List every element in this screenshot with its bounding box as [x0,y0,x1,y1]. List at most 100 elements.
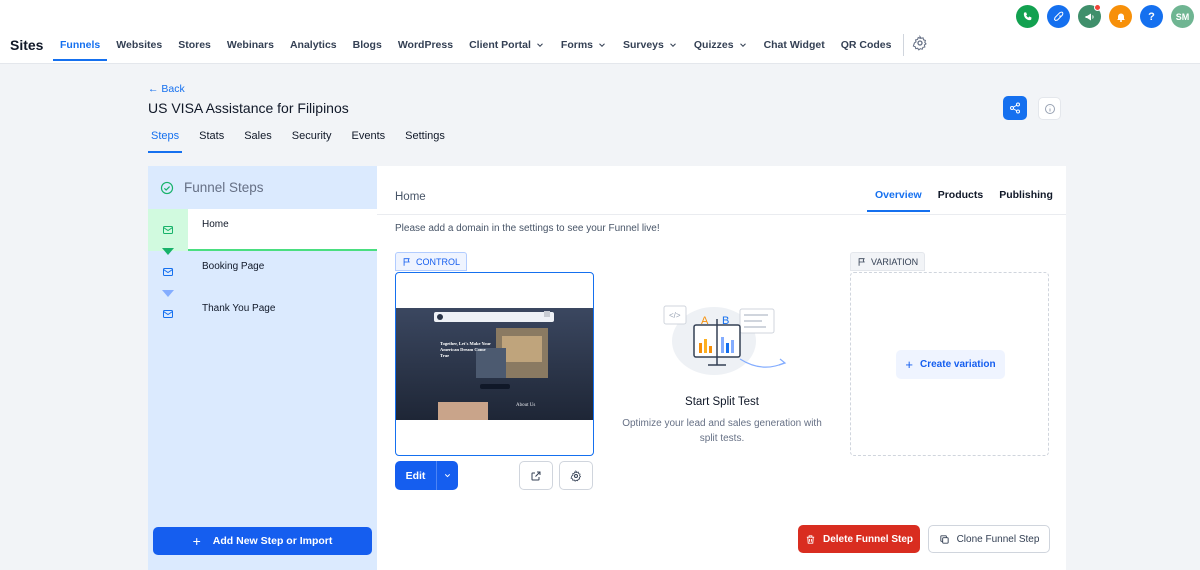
preview-about: About Us [516,403,535,408]
add-new-step-button[interactable]: + Add New Step or Import [153,527,372,555]
nav-item-label: QR Codes [840,39,892,51]
open-external-button[interactable] [519,461,553,490]
split-test-subtitle: Optimize your lead and sales generation … [622,418,822,444]
chevron-down-icon [670,43,676,47]
settings-gear-button[interactable] [912,34,928,56]
nav-item-chat-widget[interactable]: Chat Widget [756,30,833,60]
nav-item-client-portal[interactable]: Client Portal [461,30,553,60]
flag-icon [403,257,410,266]
funnel-steps-header: Funnel Steps [148,166,377,209]
step-icon-booking [148,251,188,297]
gear-icon [913,34,928,51]
nav-item-websites[interactable]: Websites [108,30,170,60]
nav-item-surveys[interactable]: Surveys [615,30,686,60]
tab-products[interactable]: Products [930,189,992,212]
nav-item-label: Surveys [623,39,664,51]
add-new-step-label: Add New Step or Import [212,535,333,547]
clone-funnel-step-button[interactable]: Clone Funnel Step [928,525,1050,553]
trash-icon [806,534,815,544]
chevron-down-icon [739,43,746,47]
step-icons-column [148,209,188,336]
app-title: Sites [10,37,44,53]
variation-tag: VARIATION [850,252,926,271]
tab-sales[interactable]: Sales [234,124,282,153]
step-item-thank-you-page[interactable]: Thank You Page [188,293,377,335]
nav-item-quizzes[interactable]: Quizzes [686,30,756,60]
split-test-illustration: </> A B [663,305,787,375]
nav-item-label: Analytics [289,39,337,51]
mail-icon [163,310,173,318]
edit-button[interactable]: Edit [395,461,436,490]
preview-headline: Together, Let's Make Your American Dream… [440,341,491,358]
step-item-booking-page[interactable]: Booking Page [188,251,377,293]
nav-item-funnels[interactable]: Funnels [52,30,108,61]
nav-item-webinars[interactable]: Webinars [219,30,282,60]
tab-steps[interactable]: Steps [148,124,183,153]
nav-item-wordpress[interactable]: WordPress [390,30,461,60]
tab-events[interactable]: Events [342,124,396,153]
external-link-icon [531,471,541,480]
control-page-preview[interactable]: About Us Together, Let's Make Your Ameri… [395,272,594,456]
nav-item-label: Websites [116,39,163,51]
nav-item-forms[interactable]: Forms [553,30,615,60]
mail-icon [163,268,173,276]
chevron-down-icon [599,43,605,47]
nav-item-label: Forms [560,39,593,51]
nav-item-label: Webinars [226,39,274,51]
domain-notice: Please add a domain in the settings to s… [395,223,660,234]
tab-security[interactable]: Security [282,124,342,153]
help-icon[interactable]: ? [1140,5,1163,28]
nav-item-label: Client Portal [469,39,531,51]
variant-b-label: B [722,315,729,327]
step-item-home[interactable]: Home [188,209,377,251]
tab-settings[interactable]: Settings [395,124,455,153]
step-title: Home [395,191,426,203]
control-tag-label: CONTROL [416,256,461,267]
tab-stats[interactable]: Stats [189,124,234,153]
top-nav-bar: Sites Funnels Websites Stores Webinars Analy… [0,0,1200,64]
copy-icon [939,534,949,544]
page-thumbnail: About Us Together, Let's Make Your Ameri… [396,308,593,420]
bell-icon[interactable] [1109,5,1132,28]
page-title: US VISA Assistance for Filipinos [148,100,349,116]
split-test-title: Start Split Test [685,396,759,408]
nav-item-qr-codes[interactable]: QR Codes [833,30,900,60]
create-variation-button[interactable]: + Create variation [896,350,1005,379]
back-link[interactable]: ← Back [148,83,185,95]
nav-item-blogs[interactable]: Blogs [345,30,390,60]
tab-overview[interactable]: Overview [867,189,930,212]
step-tabs: Overview Products Publishing [867,189,1061,212]
divider [377,214,1066,215]
nav-item-stores[interactable]: Stores [170,30,219,60]
nav-divider [903,34,905,56]
funnel-steps-title: Funnel Steps [184,180,264,195]
info-icon [1044,103,1055,114]
mail-icon [163,226,173,234]
avatar[interactable]: SM [1171,5,1194,28]
plus-icon: + [905,357,913,372]
gear-icon [570,469,582,482]
code-icon: </> [669,311,681,320]
nav-item-label: Funnels [60,39,101,51]
main-nav: Funnels Websites Stores Webinars Analytics Bl… [52,30,928,61]
top-icon-bar: ? SM [1016,4,1194,28]
page-thumbnail-graphic: About Us [396,308,593,420]
tab-publishing[interactable]: Publishing [991,189,1061,212]
notification-dot [1094,4,1101,11]
rocket-icon[interactable] [1047,5,1070,28]
nav-item-analytics[interactable]: Analytics [282,30,345,60]
step-detail-panel: Home Overview Products Publishing Please… [377,166,1066,570]
funnel-subtabs: Steps Stats Sales Security Events Settings [148,124,455,153]
check-circle-icon [160,181,174,194]
megaphone-icon[interactable] [1078,4,1101,28]
nav-item-label: WordPress [397,39,454,51]
share-button[interactable] [1003,96,1027,120]
variant-a-label: A [701,315,709,327]
delete-funnel-step-button[interactable]: Delete Funnel Step [798,525,920,553]
clone-funnel-step-label: Clone Funnel Step [956,533,1040,545]
phone-icon[interactable] [1016,5,1039,28]
info-button[interactable] [1038,97,1061,120]
nav-item-label: Blogs [352,39,382,51]
page-settings-button[interactable] [559,461,593,490]
edit-dropdown-button[interactable] [436,461,458,490]
